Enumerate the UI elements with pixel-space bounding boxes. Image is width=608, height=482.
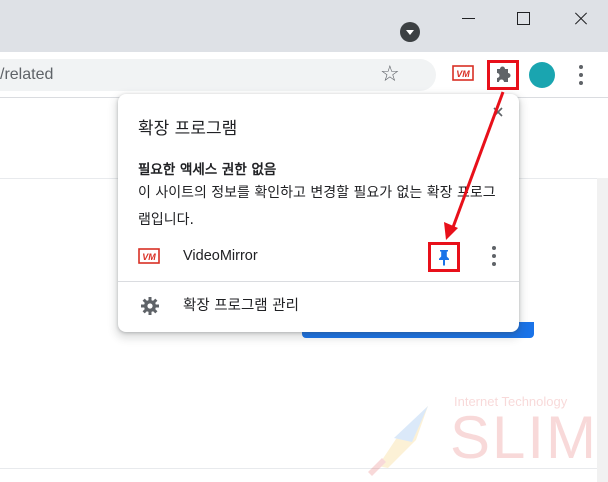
pin-button[interactable] — [428, 242, 460, 272]
popup-title: 확장 프로그램 — [138, 119, 238, 139]
puzzle-icon — [497, 66, 511, 82]
extensions-popup: 확장 프로그램 필요한 액세스 권한 없음 이 사이트의 정보를 확인하고 변경… — [118, 94, 519, 332]
popup-divider — [118, 281, 519, 282]
watermark-title: SLIM — [450, 404, 599, 471]
kebab-menu-icon[interactable] — [576, 64, 586, 86]
profile-avatar[interactable] — [529, 62, 555, 88]
vm-badge-text: VM — [456, 69, 470, 79]
extensions-button[interactable] — [487, 60, 519, 90]
address-text[interactable]: /related — [0, 59, 53, 91]
videomirror-toolbar-icon[interactable]: VM — [452, 63, 474, 83]
section-description: 이 사이트의 정보를 확인하고 변경할 필요가 없는 확장 프로그램입니다. — [138, 185, 496, 228]
minimize-button[interactable] — [441, 0, 499, 38]
close-window-button[interactable] — [552, 0, 608, 38]
extension-row-videomirror[interactable]: VM VideoMirror — [118, 238, 519, 274]
maximize-button[interactable] — [494, 0, 552, 38]
popup-close-icon[interactable] — [490, 104, 506, 120]
watermark: Internet Technology SLIM — [358, 390, 598, 476]
rocket-icon — [368, 406, 428, 476]
page-scrollbar[interactable] — [597, 178, 608, 482]
title-bar — [0, 0, 608, 52]
tab-search-icon[interactable] — [400, 22, 420, 42]
address-bar[interactable]: /related ☆ — [0, 59, 436, 91]
manage-extensions-label: 확장 프로그램 관리 — [183, 298, 299, 314]
videomirror-icon: VM — [138, 248, 160, 264]
pin-icon — [439, 250, 449, 266]
more-vert-icon[interactable] — [489, 245, 499, 267]
extension-name: VideoMirror — [183, 248, 258, 264]
manage-extensions-row[interactable]: 확장 프로그램 관리 — [118, 288, 519, 324]
section-heading: 필요한 액세스 권한 없음 — [138, 162, 277, 178]
vm-icon-text: VM — [142, 252, 156, 262]
star-icon[interactable]: ☆ — [380, 62, 400, 88]
gear-icon — [141, 297, 159, 315]
